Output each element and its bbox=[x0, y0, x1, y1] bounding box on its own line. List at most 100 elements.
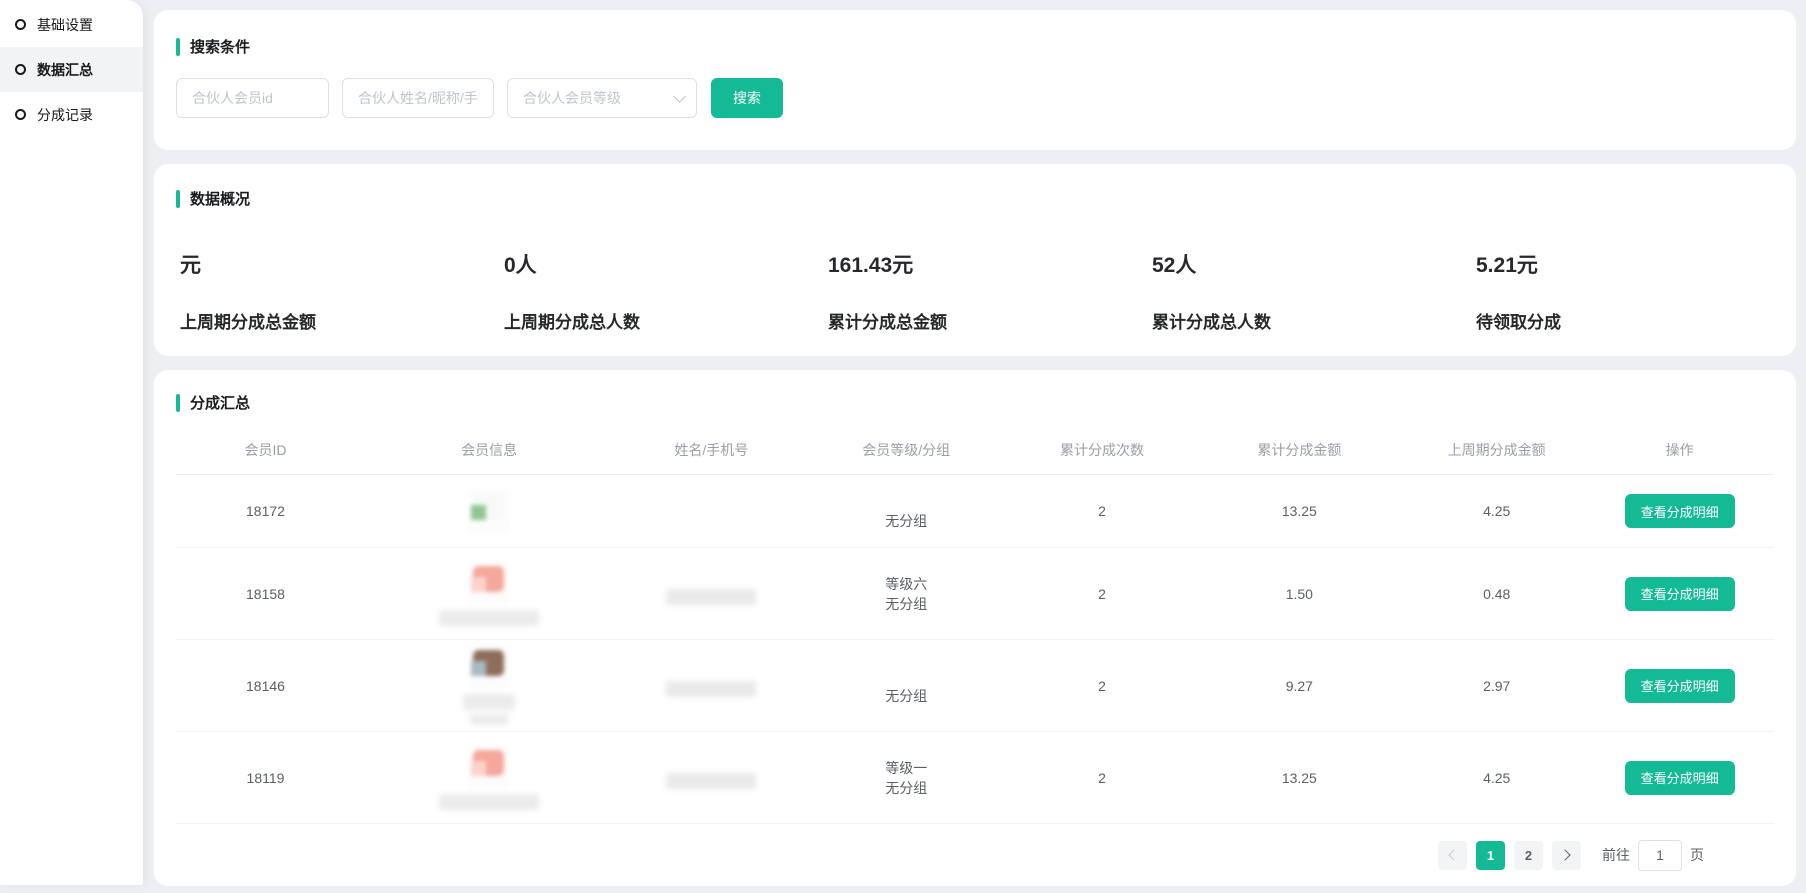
stat-value: 元 bbox=[180, 249, 500, 279]
avatar bbox=[468, 746, 510, 788]
total-amount-cell: 13.25 bbox=[1191, 503, 1408, 519]
name-phone-cell bbox=[623, 675, 799, 697]
table-row: 18172 无分组 2 13.25 4.25 查看分成明细 bbox=[176, 475, 1774, 548]
section-title-bar bbox=[176, 38, 180, 56]
member-info-cell bbox=[355, 562, 623, 626]
pager-next-button[interactable] bbox=[1552, 841, 1581, 870]
pagination: 1 2 前往 页 bbox=[154, 824, 1796, 886]
member-level: 等级六 bbox=[799, 574, 1013, 594]
redacted-nickname bbox=[439, 610, 539, 626]
section-title-bar bbox=[176, 190, 180, 208]
last-period-amount-cell: 0.48 bbox=[1408, 586, 1585, 602]
member-group: 无分组 bbox=[799, 594, 1013, 614]
stat-value: 0人 bbox=[504, 249, 824, 279]
member-info-cell bbox=[355, 646, 623, 725]
view-share-detail-button[interactable]: 查看分成明细 bbox=[1625, 669, 1735, 703]
member-id-cell: 18172 bbox=[176, 503, 355, 519]
stat-last-period-people: 0人 上周期分成总人数 bbox=[500, 249, 824, 333]
redacted-nickname bbox=[470, 714, 508, 725]
goto-page-input[interactable] bbox=[1638, 840, 1682, 871]
pager-prev-button[interactable] bbox=[1438, 841, 1467, 870]
total-amount-cell: 1.50 bbox=[1191, 586, 1408, 602]
redacted-phone bbox=[666, 589, 756, 605]
circle-icon bbox=[15, 19, 26, 30]
stat-last-period-amount: 元 上周期分成总金额 bbox=[176, 249, 500, 333]
member-id-cell: 18146 bbox=[176, 678, 355, 694]
stat-label: 上周期分成总金额 bbox=[180, 308, 500, 333]
sidebar-item-label: 基础设置 bbox=[37, 15, 93, 35]
table-row: 18158 等级六 无分组 2 1.50 0.48 bbox=[176, 548, 1774, 640]
level-group-cell: 无分组 bbox=[799, 666, 1013, 706]
member-id-cell: 18119 bbox=[176, 770, 355, 786]
avatar bbox=[468, 562, 510, 604]
column-header-share-count: 累计分成次数 bbox=[1013, 440, 1190, 460]
member-level bbox=[799, 666, 1013, 686]
select-placeholder: 合伙人会员等级 bbox=[523, 88, 621, 108]
partner-level-select[interactable]: 合伙人会员等级 bbox=[507, 78, 697, 118]
sidebar-item-basic-settings[interactable]: 基础设置 bbox=[0, 2, 143, 47]
column-header-last-period-amount: 上周期分成金额 bbox=[1408, 440, 1585, 460]
column-header-total-amount: 累计分成金额 bbox=[1191, 440, 1408, 460]
view-share-detail-button[interactable]: 查看分成明细 bbox=[1625, 577, 1735, 611]
partner-member-id-input[interactable] bbox=[176, 78, 329, 118]
total-amount-cell: 9.27 bbox=[1191, 678, 1408, 694]
section-title-text: 数据概况 bbox=[190, 188, 250, 209]
share-count-cell: 2 bbox=[1013, 586, 1190, 602]
chevron-left-icon bbox=[1448, 849, 1459, 860]
column-header-name-phone: 姓名/手机号 bbox=[623, 440, 799, 460]
sidebar-item-data-summary[interactable]: 数据汇总 bbox=[0, 47, 143, 92]
member-level bbox=[799, 491, 1013, 511]
search-section-title: 搜索条件 bbox=[176, 36, 1796, 57]
last-period-amount-cell: 2.97 bbox=[1408, 678, 1585, 694]
chevron-down-icon bbox=[673, 90, 686, 103]
sidebar-item-share-records[interactable]: 分成记录 bbox=[0, 92, 143, 137]
stat-label: 待领取分成 bbox=[1476, 308, 1796, 333]
total-amount-cell: 13.25 bbox=[1191, 770, 1408, 786]
circle-icon bbox=[15, 109, 26, 120]
stat-value: 52人 bbox=[1152, 249, 1472, 279]
share-summary-table: 会员ID 会员信息 姓名/手机号 会员等级/分组 累计分成次数 累计分成金额 上… bbox=[176, 425, 1774, 824]
goto-label: 前往 bbox=[1602, 845, 1630, 865]
stat-label: 累计分成总金额 bbox=[828, 308, 1148, 333]
share-count-cell: 2 bbox=[1013, 770, 1190, 786]
table-row: 18146 无分组 2 9.27 2.9 bbox=[176, 640, 1774, 732]
level-group-cell: 无分组 bbox=[799, 491, 1013, 531]
search-panel: 搜索条件 合伙人会员等级 搜索 bbox=[154, 10, 1796, 150]
page-suffix-label: 页 bbox=[1690, 845, 1704, 865]
partner-name-input[interactable] bbox=[342, 78, 494, 118]
column-header-level-group: 会员等级/分组 bbox=[799, 440, 1013, 460]
member-group: 无分组 bbox=[799, 778, 1013, 798]
table-header-row: 会员ID 会员信息 姓名/手机号 会员等级/分组 累计分成次数 累计分成金额 上… bbox=[176, 425, 1774, 475]
level-group-cell: 等级一 无分组 bbox=[799, 758, 1013, 798]
pager-page-2-button[interactable]: 2 bbox=[1514, 841, 1543, 870]
stat-label: 累计分成总人数 bbox=[1152, 308, 1472, 333]
search-button[interactable]: 搜索 bbox=[711, 78, 783, 118]
section-title-text: 搜索条件 bbox=[190, 36, 250, 57]
section-title-bar bbox=[176, 394, 180, 412]
redacted-phone bbox=[666, 681, 756, 697]
name-phone-cell bbox=[623, 583, 799, 605]
data-overview-panel: 数据概况 元 上周期分成总金额 0人 上周期分成总人数 161.43元 累计分成… bbox=[154, 164, 1796, 356]
avatar-blob bbox=[471, 761, 486, 776]
column-header-member-id: 会员ID bbox=[176, 440, 355, 460]
section-title-text: 分成汇总 bbox=[190, 392, 250, 413]
share-summary-panel: 分成汇总 会员ID 会员信息 姓名/手机号 会员等级/分组 累计分成次数 累计分… bbox=[154, 370, 1796, 886]
overview-section-title: 数据概况 bbox=[176, 188, 1796, 209]
member-group: 无分组 bbox=[799, 511, 1013, 531]
name-phone-cell bbox=[623, 767, 799, 789]
stat-value: 161.43元 bbox=[828, 249, 1148, 279]
member-info-cell bbox=[355, 746, 623, 810]
table-row: 18119 等级一 无分组 2 13.25 4.25 bbox=[176, 732, 1774, 824]
avatar bbox=[468, 490, 510, 532]
stat-value: 5.21元 bbox=[1476, 249, 1796, 279]
main-content: 搜索条件 合伙人会员等级 搜索 数据概况 元 上周期分成总金额 0人 上周期分成… bbox=[154, 0, 1796, 893]
stat-total-amount: 161.43元 累计分成总金额 bbox=[824, 249, 1148, 333]
chevron-right-icon bbox=[1559, 849, 1570, 860]
view-share-detail-button[interactable]: 查看分成明细 bbox=[1625, 494, 1735, 528]
avatar-blob bbox=[471, 505, 486, 520]
view-share-detail-button[interactable]: 查看分成明细 bbox=[1625, 761, 1735, 795]
last-period-amount-cell: 4.25 bbox=[1408, 770, 1585, 786]
pager-page-1-button[interactable]: 1 bbox=[1476, 841, 1505, 870]
redacted-nickname bbox=[463, 694, 515, 710]
sidebar: 基础设置 数据汇总 分成记录 bbox=[0, 0, 143, 885]
